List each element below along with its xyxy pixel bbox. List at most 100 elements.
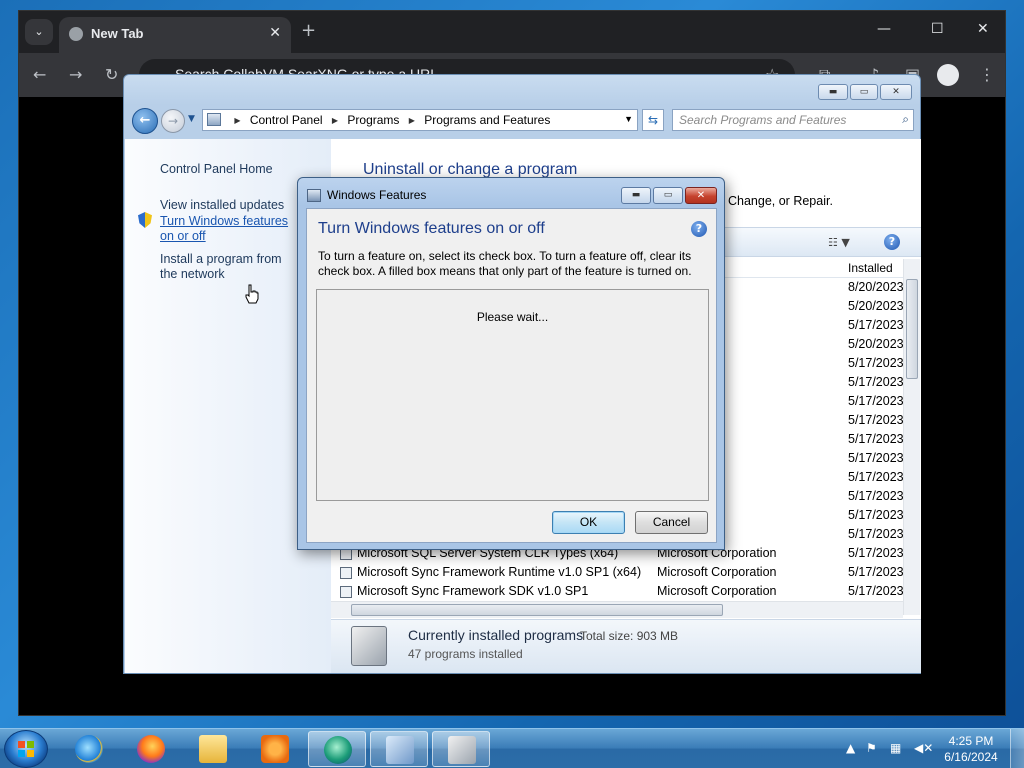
navigation-bar: ← → ▼ ▶ Control Panel ▶ Programs ▶ Progr… (132, 108, 914, 134)
new-tab-button[interactable]: + (301, 20, 316, 41)
view-installed-updates-link[interactable]: View installed updates (160, 198, 284, 213)
dialog-minimize-button[interactable]: ▬ (621, 187, 651, 204)
vertical-scrollbar[interactable] (903, 259, 920, 615)
action-center-flag-icon[interactable]: ⚑ (866, 741, 877, 755)
taskbar-control-panel[interactable] (370, 731, 428, 767)
volume-muted-icon[interactable]: ◀✕ (914, 741, 933, 755)
system-clock[interactable]: 4:25 PM 6/16/2024 (940, 733, 1002, 765)
back-icon[interactable]: ← (33, 65, 46, 84)
cancel-button[interactable]: Cancel (635, 511, 708, 534)
dialog-maximize-button[interactable]: ▭ (653, 187, 683, 204)
programs-icon (351, 626, 387, 666)
help-icon[interactable]: ? (691, 221, 707, 237)
program-installed-on: 5/17/2023 (848, 508, 903, 522)
breadcrumb-control-panel[interactable]: Control Panel (250, 113, 323, 127)
recent-pages-icon[interactable]: ▼ (188, 114, 195, 124)
reload-icon[interactable]: ↻ (105, 65, 118, 84)
chevron-right-icon[interactable]: ▶ (234, 116, 240, 125)
windows-logo-icon (18, 741, 34, 757)
cp-minimize-button[interactable]: ▬ (818, 84, 848, 100)
chevron-down-icon[interactable]: ▼ (624, 114, 633, 124)
install-from-network-link[interactable]: Install a program from the network (160, 252, 302, 282)
help-icon[interactable]: ? (884, 234, 900, 250)
programs-icon (448, 736, 476, 764)
horizontal-scrollbar[interactable] (331, 601, 903, 618)
change-view-icon[interactable]: ☷ ▼ (828, 236, 850, 249)
windows-features-icon (307, 189, 321, 202)
profile-icon[interactable] (937, 64, 959, 86)
features-tree[interactable]: Please wait... (316, 289, 709, 501)
taskbar-firefox[interactable] (122, 731, 180, 767)
program-installed-on: 5/17/2023 (848, 432, 903, 446)
vertical-scroll-thumb[interactable] (906, 279, 918, 379)
forward-icon[interactable]: → (69, 65, 82, 84)
breadcrumb[interactable]: ▶ Control Panel ▶ Programs ▶ Programs an… (202, 109, 638, 131)
maximize-icon[interactable]: ☐ (931, 21, 944, 37)
horizontal-scroll-thumb[interactable] (351, 604, 723, 616)
search-input[interactable] (673, 110, 883, 130)
chevron-right-icon[interactable]: ▶ (332, 116, 338, 125)
dialog-close-button[interactable]: ✕ (685, 187, 717, 204)
refresh-button[interactable]: ⇆ (642, 109, 664, 131)
taskbar-browser[interactable] (308, 731, 366, 767)
search-box[interactable]: ⌕ (672, 109, 914, 131)
close-window-icon[interactable]: ✕ (977, 21, 989, 37)
minimize-icon[interactable]: — (877, 21, 891, 37)
table-row[interactable]: Microsoft Sync Framework SDK v1.0 SP1 Mic… (331, 583, 903, 602)
program-name: Microsoft Sync Framework Runtime v1.0 SP… (357, 565, 642, 579)
program-name: Microsoft Sync Framework SDK v1.0 SP1 (357, 584, 589, 598)
internet-explorer-icon (75, 735, 103, 763)
program-installed-on: 5/17/2023 (848, 470, 903, 484)
hand-cursor-icon (245, 284, 259, 304)
installed-programs-title: Currently installed programs (408, 627, 584, 643)
back-button[interactable]: ← (132, 108, 158, 134)
control-panel-icon (386, 736, 414, 764)
forward-button[interactable]: → (161, 109, 185, 133)
menu-icon[interactable]: ⋮ (979, 65, 995, 84)
program-installed-on: 5/17/2023 (848, 546, 903, 560)
tab-search-icon[interactable]: ⌄ (25, 19, 53, 45)
dialog-heading: Turn Windows features on or off (318, 220, 545, 237)
column-installed-on[interactable]: Installed (848, 261, 893, 275)
clock-time: 4:25 PM (948, 734, 994, 748)
ok-button[interactable]: OK (552, 511, 625, 534)
cp-maximize-button[interactable]: ▭ (850, 84, 878, 100)
dialog-title: Windows Features (327, 188, 427, 202)
windows-features-link[interactable]: Turn Windows features on or off (160, 214, 302, 244)
control-panel-home-link[interactable]: Control Panel Home (160, 162, 273, 177)
windows-features-dialog: Windows Features ▬ ▭ ✕ Turn Windows feat… (297, 177, 725, 550)
program-installed-on: 5/17/2023 (848, 375, 903, 389)
clock-date: 6/16/2024 (944, 750, 998, 764)
show-desktop-button[interactable] (1010, 729, 1024, 768)
taskbar-explorer[interactable] (184, 731, 242, 767)
program-installed-on: 5/17/2023 (848, 584, 903, 598)
page-description: Change, or Repair. (728, 194, 833, 208)
program-publisher: Microsoft Corporation (657, 584, 777, 598)
breadcrumb-programs[interactable]: Programs (347, 113, 399, 127)
program-icon (340, 567, 352, 579)
dialog-body: Turn Windows features on or off ? To tur… (306, 208, 717, 543)
globe-icon (69, 27, 83, 41)
folder-icon (199, 735, 227, 763)
network-icon[interactable]: ▦ (890, 741, 901, 755)
program-installed-on: 5/17/2023 (848, 527, 903, 541)
browser-tab[interactable]: New Tab ✕ (59, 17, 291, 53)
dialog-description: To turn a feature on, select its check b… (318, 249, 692, 278)
taskbar-internet-explorer[interactable] (60, 731, 118, 767)
taskbar-media-player[interactable] (246, 731, 304, 767)
close-tab-icon[interactable]: ✕ (269, 25, 281, 41)
total-size: Total size: 903 MB (580, 629, 679, 643)
show-hidden-icons[interactable]: ▲ (846, 741, 855, 755)
taskbar-programs[interactable] (432, 731, 490, 767)
program-installed-on: 5/17/2023 (848, 565, 903, 579)
start-button[interactable] (4, 730, 48, 768)
program-installed-on: 5/20/2023 (848, 337, 903, 351)
table-row[interactable]: Microsoft Sync Framework Runtime v1.0 SP… (331, 564, 903, 583)
uac-shield-icon (138, 212, 152, 228)
breadcrumb-programs-and-features[interactable]: Programs and Features (424, 113, 550, 127)
program-installed-on: 5/17/2023 (848, 318, 903, 332)
tab-title: New Tab (91, 26, 144, 41)
chevron-right-icon[interactable]: ▶ (409, 116, 415, 125)
cp-close-button[interactable]: ✕ (880, 84, 912, 100)
search-icon[interactable]: ⌕ (902, 112, 909, 127)
